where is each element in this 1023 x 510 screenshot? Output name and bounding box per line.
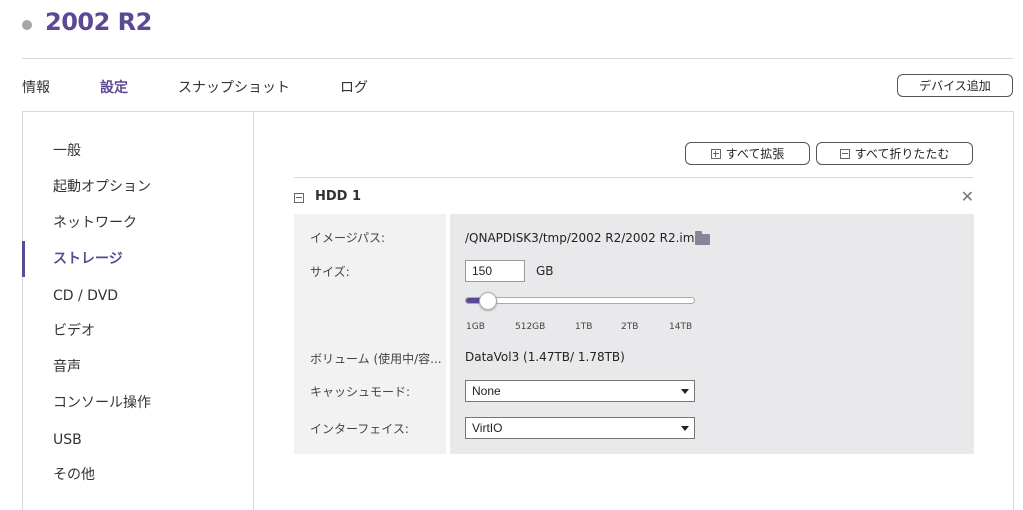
- add-device-button[interactable]: デバイス追加: [897, 74, 1013, 97]
- plus-square-icon: [710, 148, 721, 159]
- size-label: サイズ:: [310, 265, 350, 279]
- storage-content: すべて拡張 すべて折りたたむ HDD 1 ✕ イメージパス: サイズ: ボリュー…: [255, 112, 1013, 510]
- collapse-disk-icon[interactable]: [294, 193, 304, 203]
- sidebar-item-console[interactable]: コンソール操作: [23, 391, 254, 415]
- volume-label: ボリューム (使用中/容...: [310, 352, 442, 366]
- image-path-value: /QNAPDISK3/tmp/2002 R2/2002 R2.img: [465, 231, 703, 245]
- image-path-label: イメージパス:: [310, 231, 386, 245]
- close-icon[interactable]: ✕: [961, 189, 974, 205]
- vm-status-icon: [22, 20, 32, 30]
- collapse-all-label: すべて折りたたむ: [854, 147, 950, 161]
- expand-all-button[interactable]: すべて拡張: [685, 142, 810, 165]
- minus-square-icon: [839, 148, 850, 159]
- tab-settings[interactable]: 設定: [100, 77, 128, 97]
- sidebar-item-usb[interactable]: USB: [23, 428, 254, 452]
- sidebar-item-boot-options[interactable]: 起動オプション: [23, 175, 254, 199]
- sidebar-item-audio[interactable]: 音声: [23, 355, 254, 379]
- content-divider: [294, 177, 973, 178]
- settings-panel: 一般 起動オプション ネットワーク ストレージ CD / DVD ビデオ 音声 …: [22, 111, 1014, 510]
- sidebar-item-network[interactable]: ネットワーク: [23, 211, 254, 235]
- interface-select[interactable]: VirtIO: [465, 417, 695, 439]
- cache-mode-label: キャッシュモード:: [310, 385, 411, 399]
- sidebar-item-cd-dvd[interactable]: CD / DVD: [23, 284, 254, 308]
- interface-label: インターフェイス:: [310, 422, 409, 436]
- chevron-down-icon: [681, 426, 689, 431]
- disk-value-column: /QNAPDISK3/tmp/2002 R2/2002 R2.img 150 G…: [450, 214, 974, 454]
- header-divider: [22, 58, 1013, 59]
- expand-all-label: すべて拡張: [725, 147, 785, 161]
- slider-tick-label: 14TB: [669, 322, 693, 332]
- sidebar-item-general[interactable]: 一般: [23, 139, 254, 163]
- cache-mode-select[interactable]: None: [465, 380, 695, 402]
- chevron-down-icon: [681, 389, 689, 394]
- slider-tick-label: 512GB: [515, 322, 546, 332]
- volume-value: DataVol3 (1.47TB/ 1.78TB): [465, 350, 625, 364]
- slider-tick-label: 2TB: [621, 322, 639, 332]
- collapse-all-button[interactable]: すべて折りたたむ: [816, 142, 973, 165]
- size-input[interactable]: 150: [465, 260, 525, 282]
- disk-label-column: イメージパス: サイズ: ボリューム (使用中/容... キャッシュモード: イ…: [294, 214, 446, 454]
- tab-info[interactable]: 情報: [22, 77, 50, 97]
- size-unit: GB: [536, 264, 554, 278]
- cache-mode-value: None: [472, 384, 501, 398]
- disk-header: HDD 1 ✕: [294, 188, 974, 208]
- settings-sidebar: 一般 起動オプション ネットワーク ストレージ CD / DVD ビデオ 音声 …: [22, 112, 254, 510]
- folder-icon[interactable]: [695, 231, 710, 245]
- slider-tick-label: 1TB: [575, 322, 593, 332]
- sidebar-item-storage[interactable]: ストレージ: [22, 241, 254, 277]
- sidebar-item-other[interactable]: その他: [23, 463, 254, 487]
- sidebar-item-video[interactable]: ビデオ: [23, 319, 254, 343]
- page-title: 2002 R2: [45, 8, 152, 36]
- slider-tick-label: 1GB: [466, 322, 485, 332]
- disk-title: HDD 1: [315, 189, 362, 204]
- size-slider[interactable]: [465, 297, 695, 304]
- tab-snapshots[interactable]: スナップショット: [178, 77, 290, 97]
- interface-value: VirtIO: [472, 421, 503, 435]
- size-slider-handle[interactable]: [479, 292, 497, 310]
- tab-logs[interactable]: ログ: [340, 77, 368, 97]
